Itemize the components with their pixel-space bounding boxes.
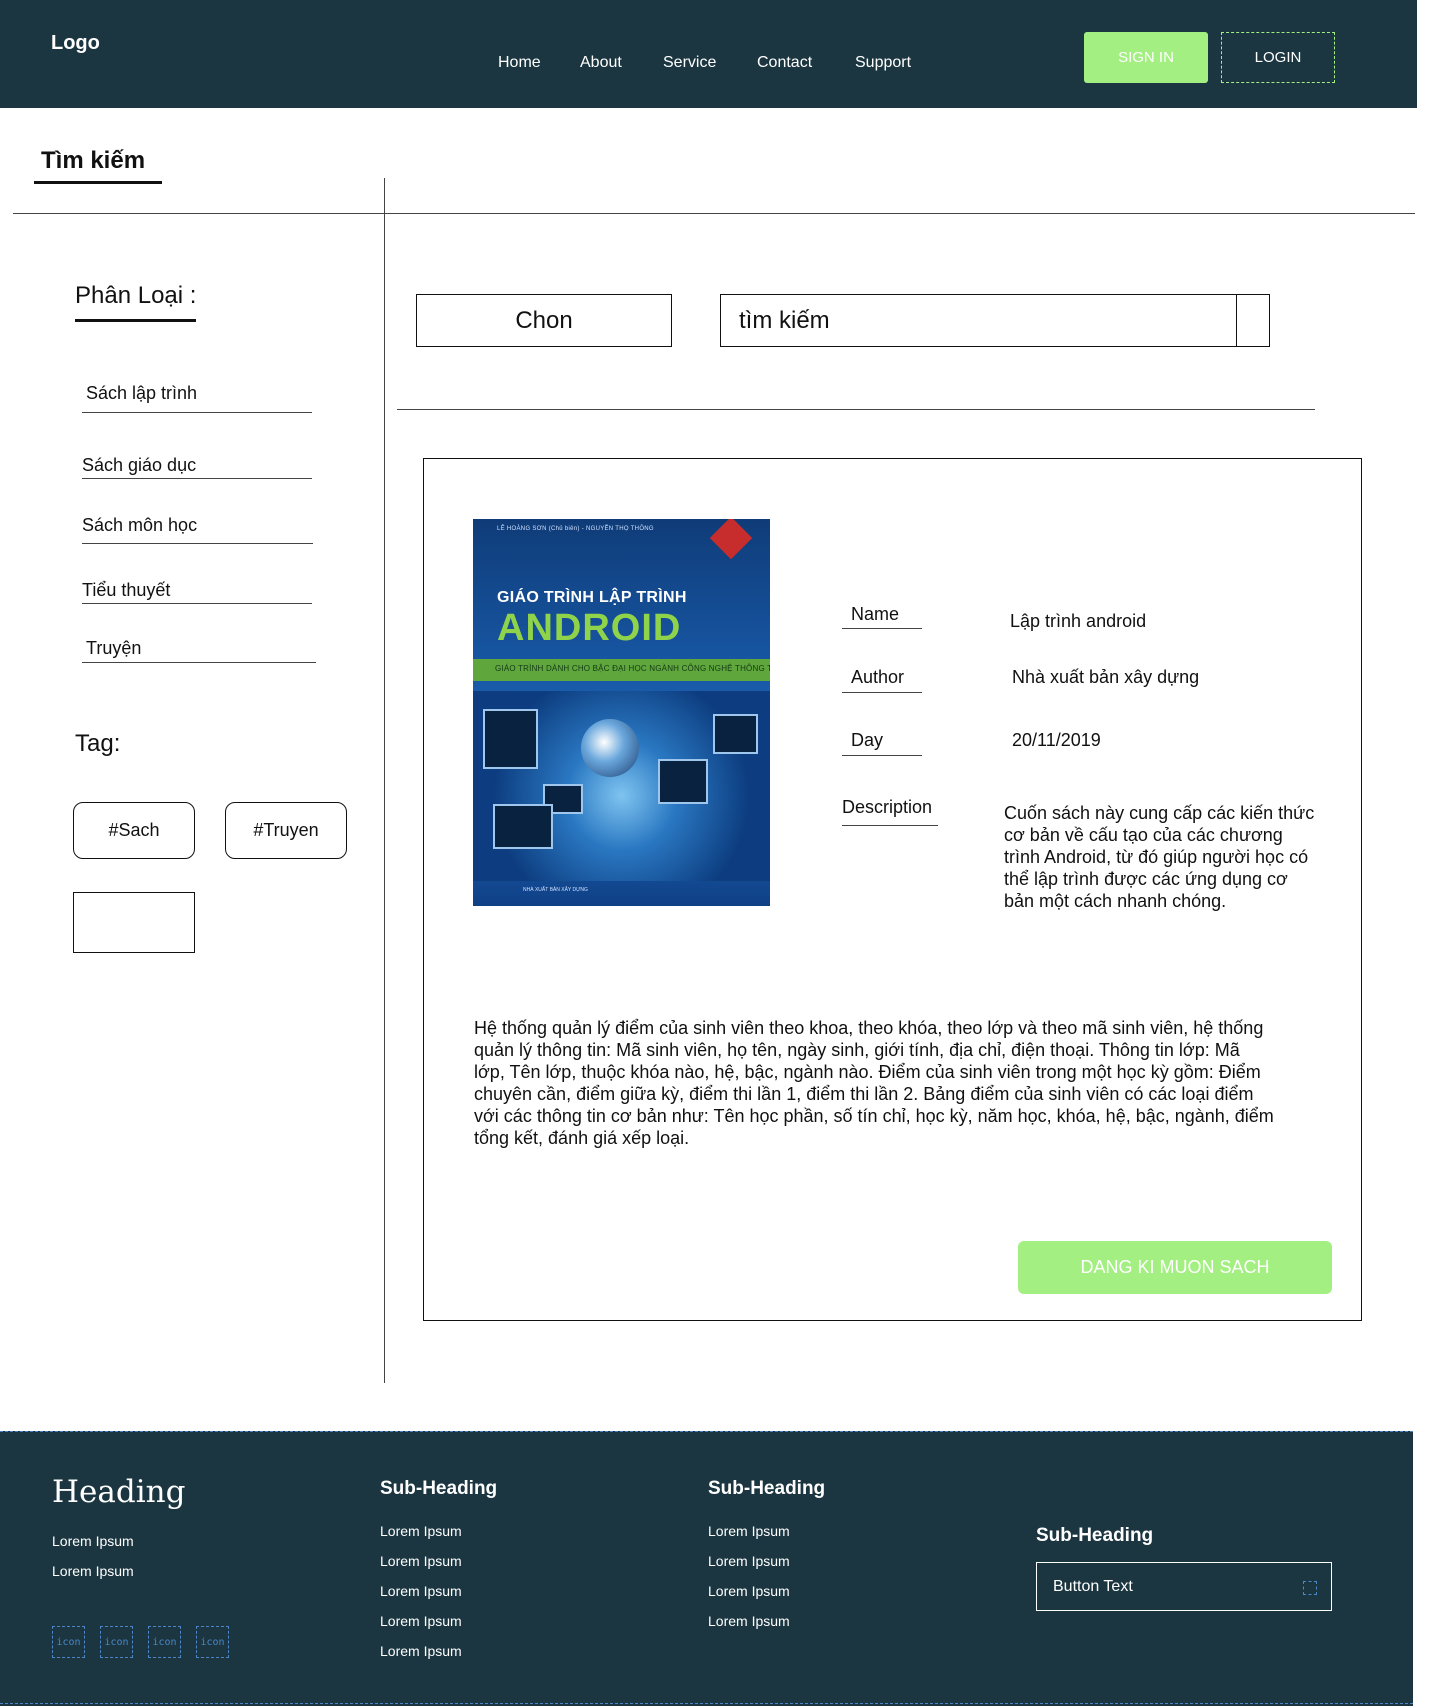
category-heading: Phân Loại : — [75, 282, 197, 309]
footer-link[interactable]: Lorem Ipsum — [380, 1643, 462, 1659]
sidebar-divider — [384, 178, 385, 1383]
name-label: Name — [851, 604, 900, 624]
category-underline — [82, 478, 312, 479]
search-button[interactable] — [1236, 294, 1270, 347]
cover-screen-art — [493, 804, 553, 849]
nav-about-link[interactable]: About — [580, 54, 622, 72]
author-value: Nhà xuất bản xây dựng — [1012, 667, 1200, 687]
footer-subheading: Sub-Heading — [380, 1478, 498, 1499]
social-icon[interactable]: icon — [100, 1626, 133, 1658]
borrow-book-button[interactable]: DANG KI MUON SACH — [1018, 1241, 1332, 1294]
cover-screen-art — [483, 709, 538, 769]
page-title: Tìm kiếm — [41, 147, 146, 174]
footer-heading: Heading — [52, 1474, 186, 1510]
nav-support-link[interactable]: Support — [855, 54, 911, 72]
author-label-underline — [842, 692, 922, 693]
logo[interactable]: Logo — [51, 32, 100, 55]
description-label-underline — [842, 825, 938, 826]
footer-link[interactable]: Lorem Ipsum — [52, 1533, 134, 1549]
footer-link[interactable]: Lorem Ipsum — [708, 1583, 790, 1599]
footer-subheading: Sub-Heading — [708, 1478, 826, 1499]
category-select[interactable]: Chon — [416, 294, 672, 347]
sidebar-item-subject-books[interactable]: Sách môn học — [82, 515, 197, 536]
tag-truyen-button[interactable]: #Truyen — [225, 802, 347, 859]
day-label-underline — [842, 755, 922, 756]
footer-bottom-border — [0, 1703, 1413, 1704]
social-icon[interactable]: icon — [52, 1626, 85, 1658]
cover-badge-icon — [709, 519, 753, 560]
footer-link[interactable]: Lorem Ipsum — [380, 1583, 462, 1599]
footer-link[interactable]: Lorem Ipsum — [52, 1563, 134, 1579]
footer-link[interactable]: Lorem Ipsum — [380, 1613, 462, 1629]
cover-publisher: NHÀ XUẤT BẢN XÂY DỰNG — [523, 887, 588, 893]
category-underline — [82, 662, 316, 663]
tag-sach-button[interactable]: #Sach — [73, 802, 195, 859]
social-icon[interactable]: icon — [196, 1626, 229, 1658]
nav-service-link[interactable]: Service — [663, 54, 716, 72]
sidebar-item-programming-books[interactable]: Sách lập trình — [86, 383, 197, 404]
footer-link[interactable]: Lorem Ipsum — [380, 1553, 462, 1569]
category-underline — [82, 603, 312, 604]
footer-link[interactable]: Lorem Ipsum — [380, 1523, 462, 1539]
footer-subheading: Sub-Heading — [1036, 1525, 1154, 1546]
footer-link[interactable]: Lorem Ipsum — [708, 1523, 790, 1539]
sidebar-item-education-books[interactable]: Sách giáo dục — [82, 455, 196, 476]
book-cover-image: LÊ HOÀNG SƠN (Chủ biên) - NGUYỄN THỌ THÔ… — [473, 519, 770, 906]
day-label: Day — [851, 730, 884, 750]
category-heading-underline — [75, 319, 196, 322]
nav-contact-link[interactable]: Contact — [757, 54, 812, 72]
cover-screen-art — [713, 714, 758, 754]
nav-home-link[interactable]: Home — [498, 54, 541, 72]
sidebar-item-stories[interactable]: Truyện — [86, 638, 141, 659]
sidebar-item-novels[interactable]: Tiểu thuyết — [82, 580, 170, 601]
cover-title-line2: ANDROID — [497, 607, 682, 649]
login-button[interactable]: LOGIN — [1221, 32, 1335, 83]
top-header: Logo Home About Service Contact Support … — [0, 0, 1417, 108]
search-divider — [397, 409, 1315, 410]
tag-heading: Tag: — [75, 730, 121, 757]
cover-screen-art — [658, 759, 708, 804]
category-underline — [82, 412, 312, 413]
author-label: Author — [851, 667, 905, 687]
category-underline — [82, 543, 313, 544]
description-label: Description — [842, 797, 933, 817]
cover-authors: LÊ HOÀNG SƠN (Chủ biên) - NGUYỄN THỌ THÔ… — [497, 526, 654, 532]
description-value: Cuốn sách này cung cấp các kiến thức cơ … — [1004, 803, 1315, 911]
placeholder-icon — [1303, 1581, 1317, 1595]
title-underline — [34, 181, 162, 184]
top-divider — [13, 213, 1415, 214]
name-value: Lập trình android — [1010, 611, 1147, 631]
cover-globe — [581, 719, 639, 777]
social-icon[interactable]: icon — [148, 1626, 181, 1658]
day-value: 20/11/2019 — [1012, 730, 1101, 750]
footer-action-button[interactable]: Button Text — [1036, 1562, 1332, 1611]
search-input[interactable]: tìm kiếm — [720, 294, 1237, 347]
footer-link[interactable]: Lorem Ipsum — [708, 1613, 790, 1629]
footer-action-button-label: Button Text — [1053, 1577, 1133, 1595]
tag-empty-box[interactable] — [73, 892, 195, 953]
cover-title-line1: GIÁO TRÌNH LẬP TRÌNH — [497, 589, 687, 606]
cover-subtitle: GIÁO TRÌNH DÀNH CHO BẬC ĐẠI HỌC NGÀNH CÔ… — [495, 664, 770, 673]
book-long-description: Hệ thống quản lý điểm của sinh viên theo… — [474, 1018, 1274, 1148]
sign-in-button[interactable]: SIGN IN — [1084, 32, 1208, 83]
footer-link[interactable]: Lorem Ipsum — [708, 1553, 790, 1569]
name-label-underline — [842, 628, 922, 629]
